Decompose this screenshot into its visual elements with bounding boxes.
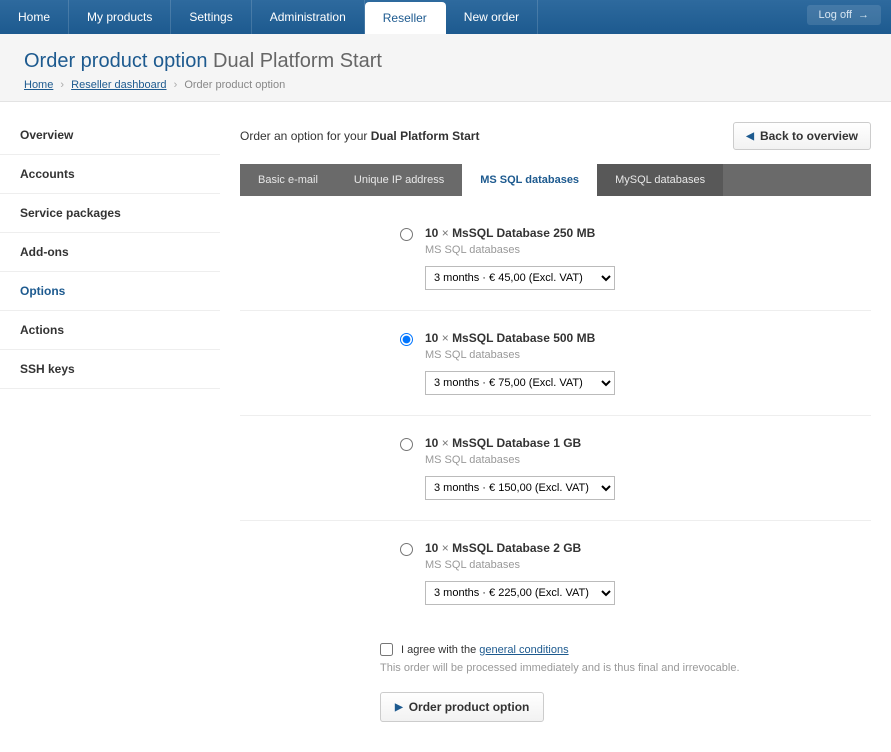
nav-home[interactable]: Home: [0, 0, 69, 34]
general-conditions-link[interactable]: general conditions: [479, 644, 568, 656]
nav-new-order[interactable]: New order: [446, 0, 538, 34]
options-list: 10 × MsSQL Database 250 MB MS SQL databa…: [240, 196, 871, 625]
sidebar: Overview Accounts Service packages Add-o…: [0, 102, 220, 752]
option-title: 10 × MsSQL Database 2 GB: [425, 541, 615, 555]
option-subtitle: MS SQL databases: [425, 559, 615, 571]
sidebar-item-accounts[interactable]: Accounts: [0, 155, 220, 194]
nav-settings[interactable]: Settings: [171, 0, 251, 34]
breadcrumb-home[interactable]: Home: [24, 79, 53, 91]
agree-prefix: I agree with the: [401, 644, 476, 656]
agree-block: I agree with the general conditions This…: [240, 625, 871, 674]
option-row: 10 × MsSQL Database 2 GB MS SQL database…: [240, 521, 871, 625]
triangle-left-icon: ◀: [746, 131, 754, 142]
option-subtitle: MS SQL databases: [425, 244, 615, 256]
sidebar-item-service-packages[interactable]: Service packages: [0, 194, 220, 233]
option-qty: 10: [425, 541, 438, 555]
option-duration-select-500mb[interactable]: 3 months · € 75,00 (Excl. VAT): [425, 371, 615, 395]
option-qty: 10: [425, 226, 438, 240]
triangle-right-icon: ▶: [395, 702, 403, 713]
logoff-label: Log off: [819, 9, 852, 21]
option-subtitle: MS SQL databases: [425, 454, 615, 466]
logoff-button[interactable]: Log off →: [807, 5, 881, 25]
intro-product: Dual Platform Start: [371, 129, 480, 143]
option-duration-select-1gb[interactable]: 3 months · € 150,00 (Excl. VAT): [425, 476, 615, 500]
option-title: 10 × MsSQL Database 1 GB: [425, 436, 615, 450]
option-name: MsSQL Database 500 MB: [452, 331, 595, 345]
breadcrumb: Home › Reseller dashboard › Order produc…: [24, 79, 867, 91]
page-header: Order product option Dual Platform Start…: [0, 34, 891, 102]
top-nav: Home My products Settings Administration…: [0, 0, 891, 34]
chevron-right-icon: ›: [174, 79, 178, 91]
nav-administration[interactable]: Administration: [252, 0, 365, 34]
option-row: 10 × MsSQL Database 1 GB MS SQL database…: [240, 416, 871, 521]
times-icon: ×: [442, 541, 449, 555]
intro-text: Order an option for your Dual Platform S…: [240, 129, 479, 143]
subtabs: Basic e-mail Unique IP address MS SQL da…: [240, 164, 871, 196]
option-name: MsSQL Database 250 MB: [452, 226, 595, 240]
main-content: Order an option for your Dual Platform S…: [220, 102, 891, 752]
option-duration-select-2gb[interactable]: 3 months · € 225,00 (Excl. VAT): [425, 581, 615, 605]
times-icon: ×: [442, 226, 449, 240]
times-icon: ×: [442, 436, 449, 450]
page-title: Order product option Dual Platform Start: [24, 50, 867, 73]
breadcrumb-current: Order product option: [184, 79, 285, 91]
option-row: 10 × MsSQL Database 500 MB MS SQL databa…: [240, 311, 871, 416]
subtab-basic-email[interactable]: Basic e-mail: [240, 164, 336, 196]
subtab-mssql[interactable]: MS SQL databases: [462, 164, 597, 196]
order-button-label: Order product option: [409, 700, 530, 714]
option-radio-250mb[interactable]: [400, 228, 413, 241]
option-radio-1gb[interactable]: [400, 438, 413, 451]
page-title-product: Dual Platform Start: [213, 50, 382, 72]
sidebar-item-add-ons[interactable]: Add-ons: [0, 233, 220, 272]
subtab-mysql[interactable]: MySQL databases: [597, 164, 723, 196]
option-qty: 10: [425, 436, 438, 450]
option-name: MsSQL Database 2 GB: [452, 541, 581, 555]
nav-my-products[interactable]: My products: [69, 0, 171, 34]
intro-prefix: Order an option for your: [240, 129, 367, 143]
agree-checkbox[interactable]: [380, 643, 393, 656]
subtab-unique-ip[interactable]: Unique IP address: [336, 164, 462, 196]
back-to-overview-button[interactable]: ◀ Back to overview: [733, 122, 871, 150]
option-duration-select-250mb[interactable]: 3 months · € 45,00 (Excl. VAT): [425, 266, 615, 290]
option-qty: 10: [425, 331, 438, 345]
times-icon: ×: [442, 331, 449, 345]
option-radio-500mb[interactable]: [400, 333, 413, 346]
option-subtitle: MS SQL databases: [425, 349, 615, 361]
option-row: 10 × MsSQL Database 250 MB MS SQL databa…: [240, 206, 871, 311]
sidebar-item-options[interactable]: Options: [0, 272, 220, 311]
option-title: 10 × MsSQL Database 250 MB: [425, 226, 615, 240]
sidebar-item-actions[interactable]: Actions: [0, 311, 220, 350]
agree-label: I agree with the general conditions: [401, 644, 569, 656]
order-product-option-button[interactable]: ▶ Order product option: [380, 692, 544, 722]
option-radio-2gb[interactable]: [400, 543, 413, 556]
page-title-prefix: Order product option: [24, 50, 207, 72]
sidebar-item-overview[interactable]: Overview: [0, 116, 220, 155]
option-name: MsSQL Database 1 GB: [452, 436, 581, 450]
sidebar-item-ssh-keys[interactable]: SSH keys: [0, 350, 220, 389]
back-label: Back to overview: [760, 129, 858, 143]
arrow-right-icon: →: [858, 9, 869, 21]
breadcrumb-dashboard[interactable]: Reseller dashboard: [71, 79, 166, 91]
nav-reseller[interactable]: Reseller: [365, 2, 446, 34]
option-title: 10 × MsSQL Database 500 MB: [425, 331, 615, 345]
chevron-right-icon: ›: [60, 79, 64, 91]
agree-note: This order will be processed immediately…: [380, 662, 871, 674]
